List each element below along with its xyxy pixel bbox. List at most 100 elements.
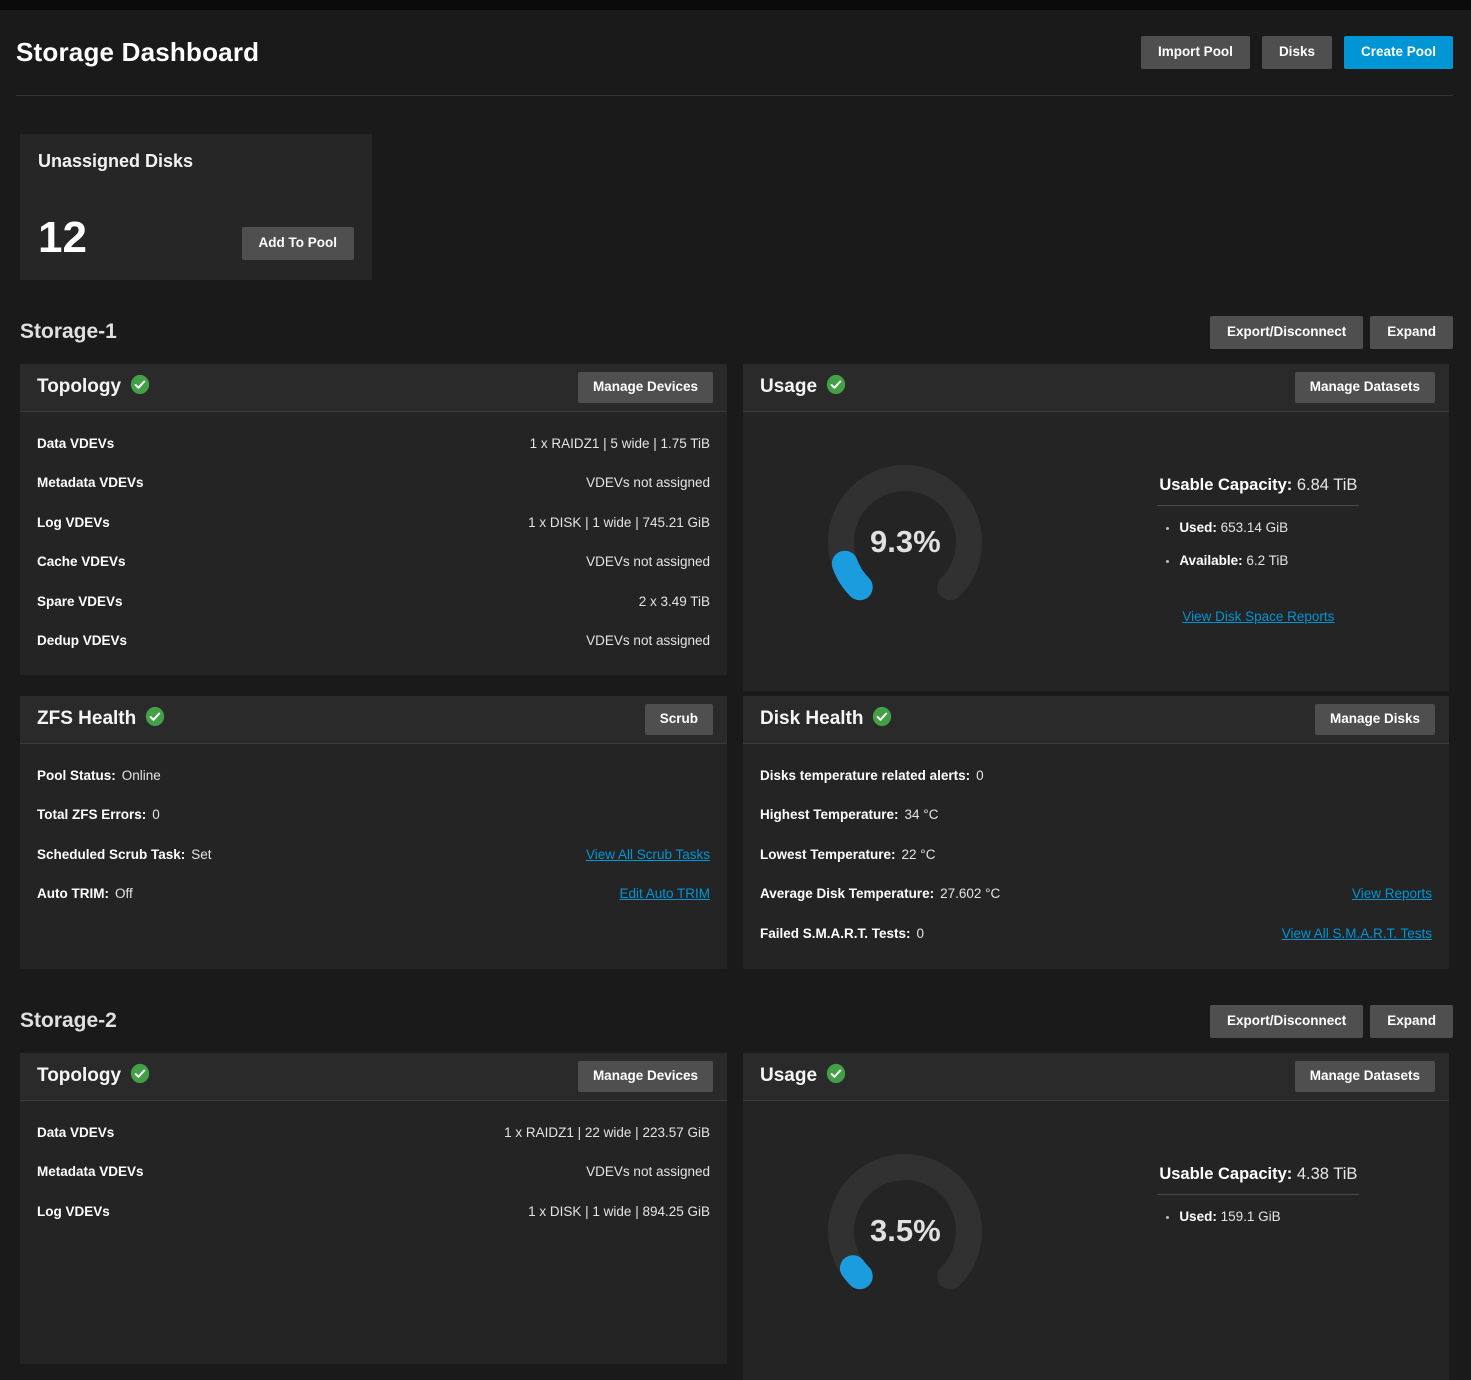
capacity-link-row: View Disk Space Reports (1157, 608, 1359, 626)
usage-card-title: Usage (760, 1063, 846, 1090)
usage-card-body: 3.5% Usable Capacity: 4.38 TiB Used: 159… (743, 1101, 1449, 1380)
row-label: Log VDEVs (37, 1204, 110, 1219)
unassigned-disks-title: Unassigned Disks (38, 151, 354, 172)
row-label: Dedup VDEVs (37, 633, 127, 648)
row-value: 0 (152, 807, 160, 822)
health-check-icon (826, 374, 846, 401)
row-value: VDEVs not assigned (586, 554, 710, 569)
zfs-health-card-header: ZFS Health Scrub (20, 696, 727, 744)
expand-button[interactable]: Expand (1370, 1005, 1453, 1038)
unassigned-disks-count: 12 (38, 216, 87, 260)
stat-label: Used: (1179, 520, 1217, 535)
edit-auto-trim-link[interactable]: Edit Auto TRIM (619, 886, 710, 901)
topology-row: Log VDEVs 1 x DISK | 1 wide | 745.21 GiB (37, 503, 710, 542)
row-value: 1 x RAIDZ1 | 22 wide | 223.57 GiB (504, 1125, 710, 1140)
view-disk-space-reports-link[interactable]: View Disk Space Reports (1182, 609, 1334, 624)
row-label: Auto TRIM: (37, 886, 109, 901)
usage-gauge-zone: 3.5% (743, 1101, 1068, 1380)
page-header: Storage Dashboard Import Pool Disks Crea… (16, 10, 1453, 96)
row-value: VDEVs not assigned (586, 1164, 710, 1179)
usage-card-body: 9.3% Usable Capacity: 6.84 TiB Used: 653… (743, 412, 1449, 691)
pool-header-storage-2: Storage-2 Export/Disconnect Expand (16, 1005, 1453, 1038)
unassigned-disks-card: Unassigned Disks 12 Add To Pool (20, 134, 372, 280)
row-label: Data VDEVs (37, 436, 114, 451)
row-label: Disks temperature related alerts: (760, 768, 970, 783)
pool-header-storage-1: Storage-1 Export/Disconnect Expand (16, 316, 1453, 349)
topology-card: Topology Manage Devices Data VDEVs1 x RA… (20, 1053, 727, 1364)
manage-devices-button[interactable]: Manage Devices (578, 372, 713, 403)
row-value: 34 °C (905, 807, 939, 822)
health-check-icon (145, 706, 165, 733)
disk-health-card-body: Disks temperature related alerts:0 Highe… (743, 744, 1449, 953)
scrub-button[interactable]: Scrub (645, 704, 713, 735)
stat-label: Used: (1179, 1209, 1217, 1224)
disk-health-row: Average Disk Temperature:27.602 °C View … (760, 874, 1432, 913)
row-label: Lowest Temperature: (760, 847, 896, 862)
disk-health-row: Failed S.M.A.R.T. Tests:0 View All S.M.A… (760, 913, 1432, 952)
usage-percent-label: 3.5% (825, 1151, 985, 1311)
expand-button[interactable]: Expand (1370, 316, 1453, 349)
card-title-text: ZFS Health (37, 708, 136, 730)
view-all-smart-tests-link[interactable]: View All S.M.A.R.T. Tests (1282, 926, 1432, 941)
stat-value: 159.1 GiB (1221, 1209, 1281, 1224)
import-pool-button[interactable]: Import Pool (1141, 36, 1250, 69)
disk-health-row: Highest Temperature:34 °C (760, 795, 1432, 834)
disk-health-card-title: Disk Health (760, 706, 892, 733)
capacity-divider (1157, 505, 1359, 506)
topology-row: Log VDEVs1 x DISK | 1 wide | 894.25 GiB (37, 1191, 710, 1230)
page-title: Storage Dashboard (16, 37, 259, 68)
row-value: VDEVs not assigned (586, 633, 710, 648)
manage-datasets-button[interactable]: Manage Datasets (1295, 1061, 1435, 1092)
health-check-icon (872, 706, 892, 733)
health-check-icon (130, 374, 150, 401)
card-title-text: Disk Health (760, 708, 863, 730)
row-value: 27.602 °C (940, 886, 1000, 901)
manage-datasets-button[interactable]: Manage Datasets (1295, 372, 1435, 403)
row-value: Set (191, 847, 211, 862)
manage-devices-button[interactable]: Manage Devices (578, 1061, 713, 1092)
create-pool-button[interactable]: Create Pool (1344, 36, 1453, 69)
view-reports-link[interactable]: View Reports (1352, 886, 1432, 901)
row-label: Total ZFS Errors: (37, 807, 146, 822)
usage-gauge-zone: 9.3% (743, 412, 1068, 691)
header-actions: Import Pool Disks Create Pool (1141, 36, 1453, 69)
export-disconnect-button[interactable]: Export/Disconnect (1210, 316, 1363, 349)
export-disconnect-button[interactable]: Export/Disconnect (1210, 1005, 1363, 1038)
view-all-scrub-tasks-link[interactable]: View All Scrub Tasks (586, 847, 710, 862)
topology-card-title: Topology (37, 374, 150, 401)
row-label: Pool Status: (37, 768, 116, 783)
disk-health-row: Lowest Temperature: 22 °C (760, 835, 1432, 874)
zfs-health-card-title: ZFS Health (37, 706, 165, 733)
disks-button[interactable]: Disks (1262, 36, 1332, 69)
unassigned-disks-row: 12 Add To Pool (38, 216, 354, 260)
usage-stats-list: Used: 653.14 GiB Available: 6.2 TiB (1157, 520, 1359, 586)
row-label: Log VDEVs (37, 515, 110, 530)
capacity-divider (1157, 1194, 1359, 1195)
topology-row: Cache VDEVsVDEVs not assigned (37, 542, 710, 581)
stat-value: 6.2 TiB (1246, 553, 1288, 568)
pool-cards-storage-2: Topology Manage Devices Data VDEVs1 x RA… (20, 1053, 1453, 1380)
row-value: VDEVs not assigned (586, 475, 710, 490)
topology-card-body: Data VDEVs1 x RAIDZ1 | 5 wide | 1.75 TiB… (20, 412, 727, 660)
manage-disks-button[interactable]: Manage Disks (1315, 704, 1435, 735)
row-value: 22 °C (902, 847, 936, 862)
available-stat: Available: 6.2 TiB (1179, 553, 1359, 568)
health-check-icon (826, 1063, 846, 1090)
usage-card-header: Usage Manage Datasets (743, 364, 1449, 412)
topology-card-title: Topology (37, 1063, 150, 1090)
usage-gauge: 9.3% (825, 462, 985, 622)
row-value: 2 x 3.49 TiB (639, 594, 710, 609)
row-value: 1 x DISK | 1 wide | 745.21 GiB (528, 515, 710, 530)
pool-name: Storage-1 (20, 320, 117, 344)
zfs-health-row: Scheduled Scrub Task: Set View All Scrub … (37, 835, 710, 874)
usable-capacity-heading: Usable Capacity: 6.84 TiB (1157, 476, 1359, 495)
row-label: Spare VDEVs (37, 594, 123, 609)
usable-capacity-label: Usable Capacity: (1159, 1165, 1292, 1183)
usage-card-header: Usage Manage Datasets (743, 1053, 1449, 1101)
add-to-pool-button[interactable]: Add To Pool (242, 227, 354, 260)
usage-capacity-zone: Usable Capacity: 4.38 TiB Used: 159.1 Gi… (1068, 1101, 1449, 1380)
row-label: Scheduled Scrub Task: (37, 847, 185, 862)
zfs-health-card: ZFS Health Scrub Pool Status:Online Tota… (20, 696, 727, 969)
browser-top-strip (0, 0, 1471, 10)
topology-row: Spare VDEVs 2 x 3.49 TiB (37, 581, 710, 620)
